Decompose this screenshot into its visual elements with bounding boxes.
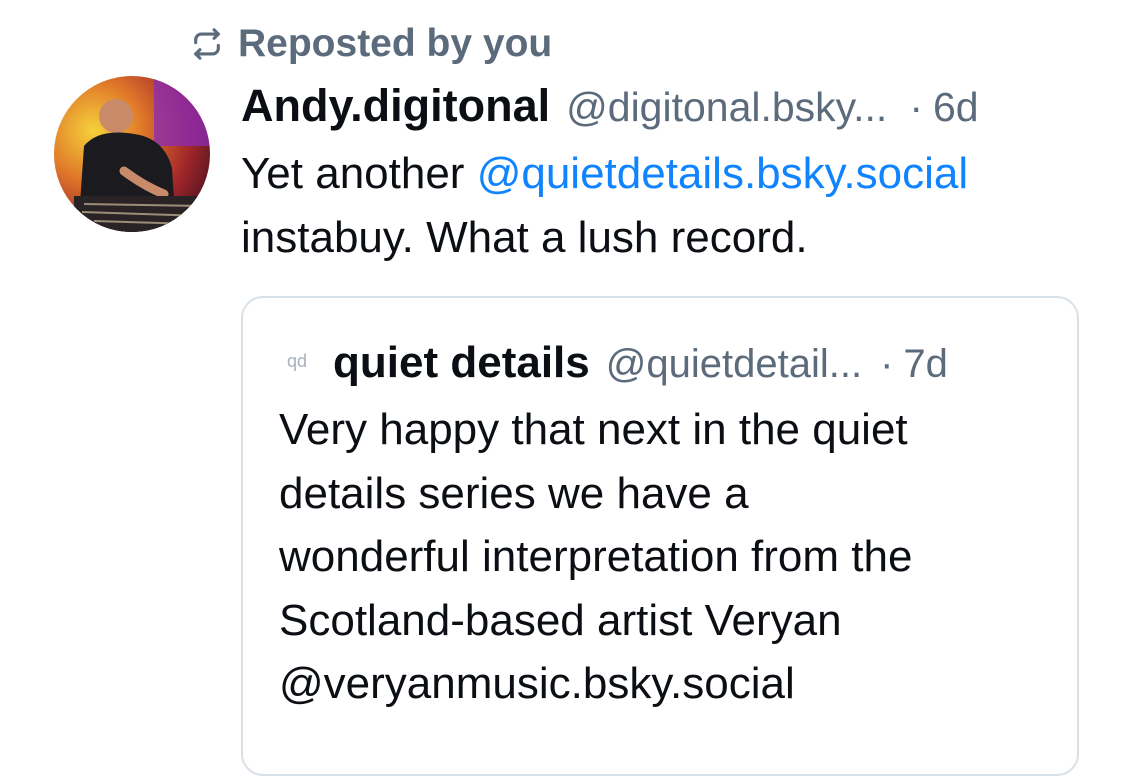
quote-post-card[interactable]: qd quiet details @quietdetail... · 7d Ve…	[241, 296, 1079, 776]
quote-text-line: Very happy that next in the quiet	[279, 405, 908, 454]
quote-author-handle[interactable]: @quietdetail...	[606, 342, 862, 387]
author-handle[interactable]: @digitonal.bsky...	[566, 84, 887, 131]
post-text-before: Yet another	[241, 149, 477, 198]
post-author-row: Andy.digitonal @digitonal.bsky... · 6d	[241, 80, 1077, 136]
quote-text: Very happy that next in the quiet detail…	[279, 398, 1059, 716]
repost-indicator[interactable]: Reposted by you	[188, 22, 552, 66]
quote-text-line: details series we have a	[279, 468, 749, 518]
separator-dot: ·	[909, 84, 923, 130]
quote-timestamp[interactable]: 7d	[903, 342, 948, 387]
repost-icon	[188, 25, 226, 63]
quote-text-line: Scotland-based artist Veryan	[279, 595, 842, 645]
quote-author-name[interactable]: quiet details	[333, 338, 590, 388]
quote-mention-line[interactable]: @veryanmusic.bsky.social	[279, 652, 1059, 716]
author-avatar[interactable]	[54, 76, 210, 232]
post-content[interactable]: Andy.digitonal @digitonal.bsky... · 6d Y…	[241, 80, 1077, 270]
quote-avatar[interactable]: qd	[287, 351, 307, 372]
separator-dot: ·	[880, 342, 894, 386]
post-text-after: instabuy. What a lush record.	[241, 213, 808, 262]
post-timestamp[interactable]: 6d	[933, 84, 979, 131]
author-display-name[interactable]: Andy.digitonal	[241, 80, 550, 132]
quote-author-row: qd quiet details @quietdetail... · 7d	[287, 338, 948, 388]
post-text: Yet another @quietdetails.bsky.social in…	[241, 142, 1081, 270]
quote-text-line: wonderful interpretation from the	[279, 532, 913, 581]
mention-link[interactable]: @quietdetails.bsky.social	[477, 149, 968, 198]
repost-label: Reposted by you	[238, 22, 553, 65]
